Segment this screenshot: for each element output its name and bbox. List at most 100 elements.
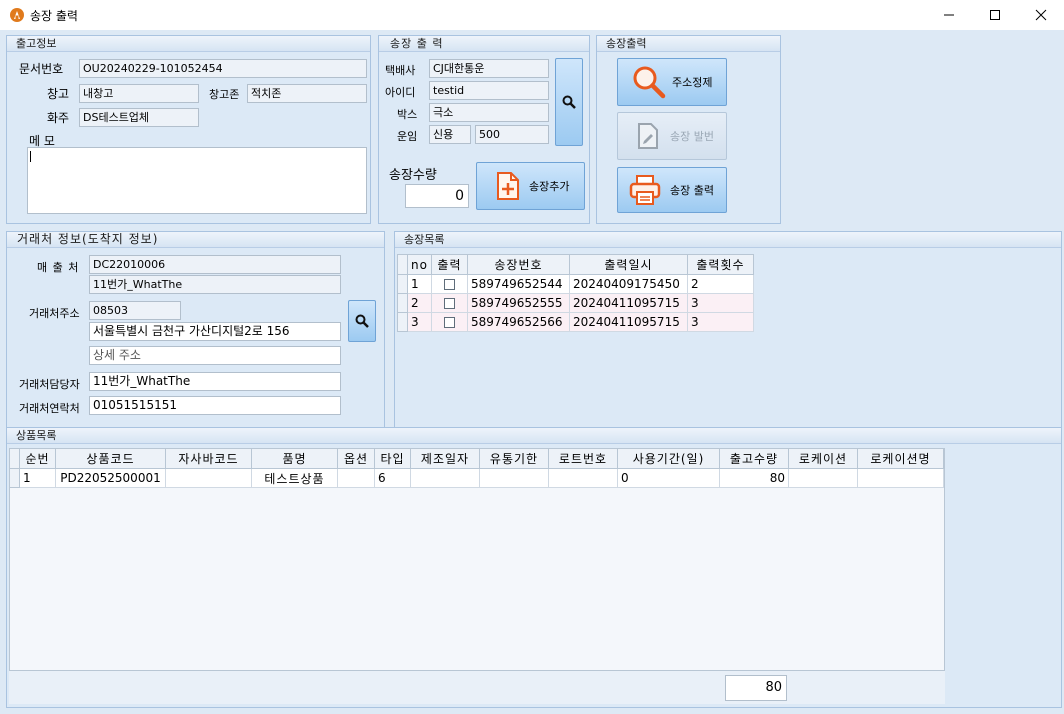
invoice-list-group: 송장목록 no 출력 송장번호 출력일시 출력횟수 1 589749652544… — [394, 231, 1062, 450]
doc-no-label: 문서번호 — [19, 62, 64, 76]
col-seq[interactable]: 순번 — [19, 448, 56, 469]
cell-count: 3 — [686, 293, 754, 313]
row-header — [9, 448, 20, 469]
courier-field[interactable]: CJ대한통운 — [429, 59, 549, 78]
owner-field[interactable]: DS테스트업체 — [79, 108, 199, 127]
col-location[interactable]: 로케이션 — [788, 448, 858, 469]
invoice-table: no 출력 송장번호 출력일시 출력횟수 1 589749652544 2024… — [397, 254, 754, 332]
cell-invoice: 589749652544 — [466, 274, 570, 294]
table-row[interactable]: 3 589749652566 20240411095715 3 — [397, 312, 754, 332]
invoice-actions-group: 송장출력 주소정제 송장 발번 송장 출력 — [596, 35, 781, 224]
col-lot-no[interactable]: 로트번호 — [548, 448, 618, 469]
fare-amount-field[interactable]: 500 — [475, 125, 549, 144]
box-field[interactable]: 극소 — [429, 103, 549, 122]
product-table: 순번 상품코드 자사바코드 품명 옵션 타입 제조일자 유통기한 로트번호 사용… — [9, 448, 944, 488]
cell-invoice: 589749652566 — [466, 312, 570, 332]
phone-label: 거래처연락처 — [19, 402, 80, 415]
table-row[interactable]: 1 589749652544 20240409175450 2 — [397, 274, 754, 294]
cell-type: 6 — [374, 468, 411, 488]
app-logo-icon — [10, 8, 24, 22]
text-cursor — [30, 151, 31, 162]
add-invoice-button[interactable]: 송장추가 — [476, 162, 585, 210]
col-type[interactable]: 타입 — [374, 448, 411, 469]
cell-printed-at: 20240411095715 — [568, 293, 688, 313]
print-invoice-button[interactable]: 송장 출력 — [617, 167, 727, 213]
col-no[interactable]: no — [407, 254, 432, 275]
col-product-name[interactable]: 품명 — [251, 448, 338, 469]
cell-product-code: PD22052500001 — [55, 468, 166, 488]
contact-field[interactable]: 11번가_WhatThe — [89, 372, 341, 391]
cell-location-name — [857, 468, 944, 488]
partner-info-group: 거래처 정보(도착지 정보) 매 출 처 DC22010006 11번가_Wha… — [6, 231, 385, 450]
col-invoice-no[interactable]: 송장번호 — [466, 254, 570, 275]
address-refine-button[interactable]: 주소정제 — [617, 58, 727, 106]
col-mfg-date[interactable]: 제조일자 — [410, 448, 480, 469]
group-title: 송장출력 — [597, 36, 780, 52]
seller-code-field[interactable]: DC22010006 — [89, 255, 341, 274]
col-location-name[interactable]: 로케이션명 — [857, 448, 944, 469]
invoice-print-group: 송장 출 력 택배사 CJ대한통운 아이디 testid 박스 극소 운임 신용… — [378, 35, 590, 224]
id-label: 아이디 — [385, 86, 416, 99]
fare-type-field[interactable]: 신용 — [429, 125, 471, 144]
cell-no: 2 — [407, 293, 432, 313]
cell-print[interactable] — [430, 312, 468, 332]
cell-out-qty: 80 — [719, 468, 789, 488]
courier-search-button[interactable] — [555, 58, 583, 146]
contact-label: 거래처담당자 — [19, 378, 80, 391]
cell-exp-date — [479, 468, 549, 488]
print-checkbox[interactable] — [443, 317, 455, 328]
product-summary-row — [9, 670, 945, 704]
print-checkbox[interactable] — [443, 279, 455, 290]
address-refine-label: 주소정제 — [672, 76, 713, 89]
cell-print[interactable] — [430, 293, 468, 313]
cell-no: 3 — [407, 312, 432, 332]
seller-label: 매 출 처 — [37, 261, 80, 274]
address-search-button[interactable] — [348, 300, 376, 342]
col-product-code[interactable]: 상품코드 — [55, 448, 166, 469]
zipcode-field[interactable]: 08503 — [89, 301, 181, 320]
cell-mfg-date — [410, 468, 480, 488]
search-icon — [562, 95, 576, 109]
id-field[interactable]: testid — [429, 81, 549, 100]
cell-printed-at: 20240411095715 — [568, 312, 688, 332]
address-line2-field[interactable]: 상세 주소 — [89, 346, 341, 365]
warehouse-field[interactable]: 내창고 — [79, 84, 199, 103]
title-bar: 송장 출력 — [0, 0, 1064, 30]
cell-lot-no — [548, 468, 618, 488]
row-header — [397, 274, 408, 294]
doc-no-field[interactable]: OU20240229-101052454 — [79, 59, 367, 78]
col-exp-date[interactable]: 유통기한 — [479, 448, 549, 469]
group-title: 송장목록 — [395, 232, 1061, 248]
total-qty-field: 80 — [725, 675, 787, 701]
cell-count: 3 — [686, 312, 754, 332]
col-print[interactable]: 출력 — [430, 254, 468, 275]
address-line1-field[interactable]: 서울특별시 금천구 가산디지털2로 156 — [89, 322, 341, 341]
col-option[interactable]: 옵션 — [337, 448, 375, 469]
invoice-qty-field[interactable]: 0 — [405, 184, 469, 208]
zone-field[interactable]: 적치존 — [247, 84, 367, 103]
cell-printed-at: 20240409175450 — [568, 274, 688, 294]
printer-icon — [629, 175, 661, 205]
phone-field[interactable]: 01051515151 — [89, 396, 341, 415]
cell-no: 1 — [407, 274, 432, 294]
table-row[interactable]: 1 PD22052500001 테스트상품 6 0 80 — [9, 468, 944, 488]
col-printed-at[interactable]: 출력일시 — [568, 254, 688, 275]
minimize-button[interactable] — [926, 0, 972, 30]
owner-label: 화주 — [47, 111, 70, 125]
table-row[interactable]: 2 589749652555 20240411095715 3 — [397, 293, 754, 313]
col-barcode[interactable]: 자사바코드 — [165, 448, 252, 469]
print-checkbox[interactable] — [443, 298, 455, 309]
maximize-button[interactable] — [972, 0, 1018, 30]
maximize-icon — [990, 10, 1000, 20]
memo-textarea[interactable] — [27, 147, 367, 214]
close-button[interactable] — [1018, 0, 1064, 30]
issue-invoice-button[interactable]: 송장 발번 — [617, 112, 727, 160]
add-invoice-label: 송장추가 — [529, 180, 570, 193]
group-title: 거래처 정보(도착지 정보) — [7, 232, 384, 248]
col-use-period[interactable]: 사용기간(일) — [617, 448, 720, 469]
warehouse-label: 창고 — [47, 87, 70, 101]
col-out-qty[interactable]: 출고수량 — [719, 448, 789, 469]
col-print-count[interactable]: 출력횟수 — [686, 254, 754, 275]
seller-name-field[interactable]: 11번가_WhatThe — [89, 275, 341, 294]
cell-print[interactable] — [430, 274, 468, 294]
